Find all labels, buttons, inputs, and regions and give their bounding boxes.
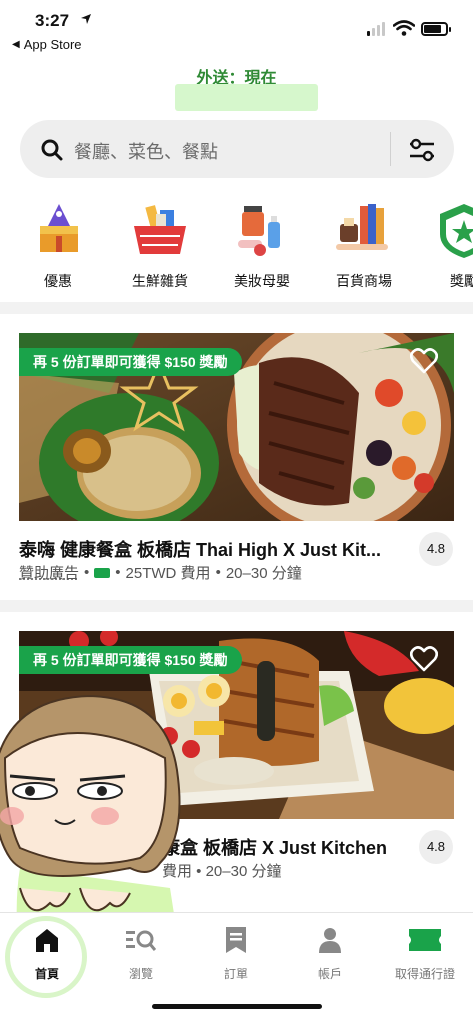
store-photo[interactable]: 再 5 份訂單即可獲得 $150 獎勵 <box>19 333 454 521</box>
store-card[interactable]: 再 5 份訂單即可獲得 $150 獎勵 泰嗨 健康餐盒 板橋店 Thai Hig… <box>19 333 454 582</box>
search-divider <box>390 132 391 166</box>
sponsored-label[interactable]: 贊助廣告 <box>19 562 79 583</box>
store-meta: 贊助廣告 • • 25TWD 費用 • 20–30 分鐘 <box>19 562 302 583</box>
nav-account[interactable]: 帳戶 <box>283 925 377 982</box>
home-icon <box>36 929 58 952</box>
category-label: 獎勵 <box>450 273 473 289</box>
deals-tag-icon <box>40 204 78 252</box>
favorite-heart-icon[interactable] <box>410 646 438 672</box>
cellular-signal-icon <box>367 22 385 36</box>
category-label: 優惠 <box>44 273 72 289</box>
account-icon <box>319 928 341 953</box>
department-store-icon <box>336 204 388 250</box>
section-divider <box>0 302 473 314</box>
nav-browse-label: 瀏覽 <box>128 967 153 981</box>
nav-browse[interactable]: 瀏覽 <box>94 925 188 982</box>
category-label: 美妝母嬰 <box>234 273 290 289</box>
meta-separator: • <box>115 564 121 581</box>
wifi-icon <box>393 20 415 36</box>
back-to-app-link[interactable]: ◀ App Store <box>12 37 82 52</box>
meta-separator: • <box>84 564 90 581</box>
category-rewards[interactable]: 獎勵 <box>414 200 473 291</box>
nav-home[interactable]: 首頁 <box>0 925 94 982</box>
category-deals[interactable]: 優惠 <box>8 200 108 291</box>
pass-ticket-icon <box>409 929 441 951</box>
search-bar[interactable]: 餐廳、菜色、餐點 <box>20 120 454 178</box>
nav-home-label: 首頁 <box>34 967 59 981</box>
reward-badge-icon <box>440 204 473 258</box>
rating-badge: 4.8 <box>419 532 453 566</box>
category-label: 生鮮雜貨 <box>132 273 188 289</box>
delivery-address-field[interactable] <box>175 84 318 111</box>
category-row: 優惠 生鮮雜貨 美妝母嬰 百貨商場 獎勵 <box>0 200 473 292</box>
browse-icon <box>126 930 156 951</box>
pass-ticket-icon <box>94 567 111 578</box>
delivery-fee: 25TWD 費用 <box>125 565 211 582</box>
delivery-eta: 20–30 分鐘 <box>225 565 302 582</box>
filter-icon[interactable] <box>407 136 437 164</box>
nav-orders-label: 訂單 <box>223 967 248 981</box>
promo-badge: 再 5 份訂單即可獲得 $150 獎勵 <box>19 646 242 674</box>
store-title[interactable]: 康盒 板橋店 X Just Kitchen <box>162 834 422 860</box>
section-divider <box>0 600 473 612</box>
status-bar: 3:27 ◀ App Store <box>0 0 473 58</box>
nav-get-pass[interactable]: 取得通行證 <box>378 925 472 982</box>
nav-get-pass-label: 取得通行證 <box>394 967 455 981</box>
nav-orders[interactable]: 訂單 <box>189 925 283 982</box>
favorite-heart-icon[interactable] <box>410 348 438 374</box>
category-department-store[interactable]: 百貨商場 <box>314 200 414 291</box>
search-icon <box>41 139 63 161</box>
grocery-basket-icon <box>134 205 186 254</box>
search-input[interactable]: 餐廳、菜色、餐點 <box>74 138 218 164</box>
back-triangle-icon: ◀ <box>12 39 20 50</box>
category-grocery[interactable]: 生鮮雜貨 <box>110 200 210 291</box>
store-title[interactable]: 泰嗨 健康餐盒 板橋店 Thai High X Just Kit... <box>19 536 411 562</box>
rating-badge: 4.8 <box>419 830 453 864</box>
nav-account-label: 帳戶 <box>317 967 342 981</box>
promo-badge: 再 5 份訂單即可獲得 $150 獎勵 <box>19 348 242 376</box>
status-time: 3:27 <box>35 11 70 30</box>
home-indicator[interactable] <box>152 1004 322 1009</box>
category-label: 百貨商場 <box>336 273 392 289</box>
orders-icon <box>226 927 246 953</box>
category-beauty-baby[interactable]: 美妝母嬰 <box>212 200 312 291</box>
location-arrow-icon <box>81 14 91 24</box>
battery-icon <box>421 22 451 36</box>
meta-separator: • <box>215 564 221 581</box>
beauty-baby-icon <box>238 206 280 256</box>
back-app-label: App Store <box>23 37 82 52</box>
